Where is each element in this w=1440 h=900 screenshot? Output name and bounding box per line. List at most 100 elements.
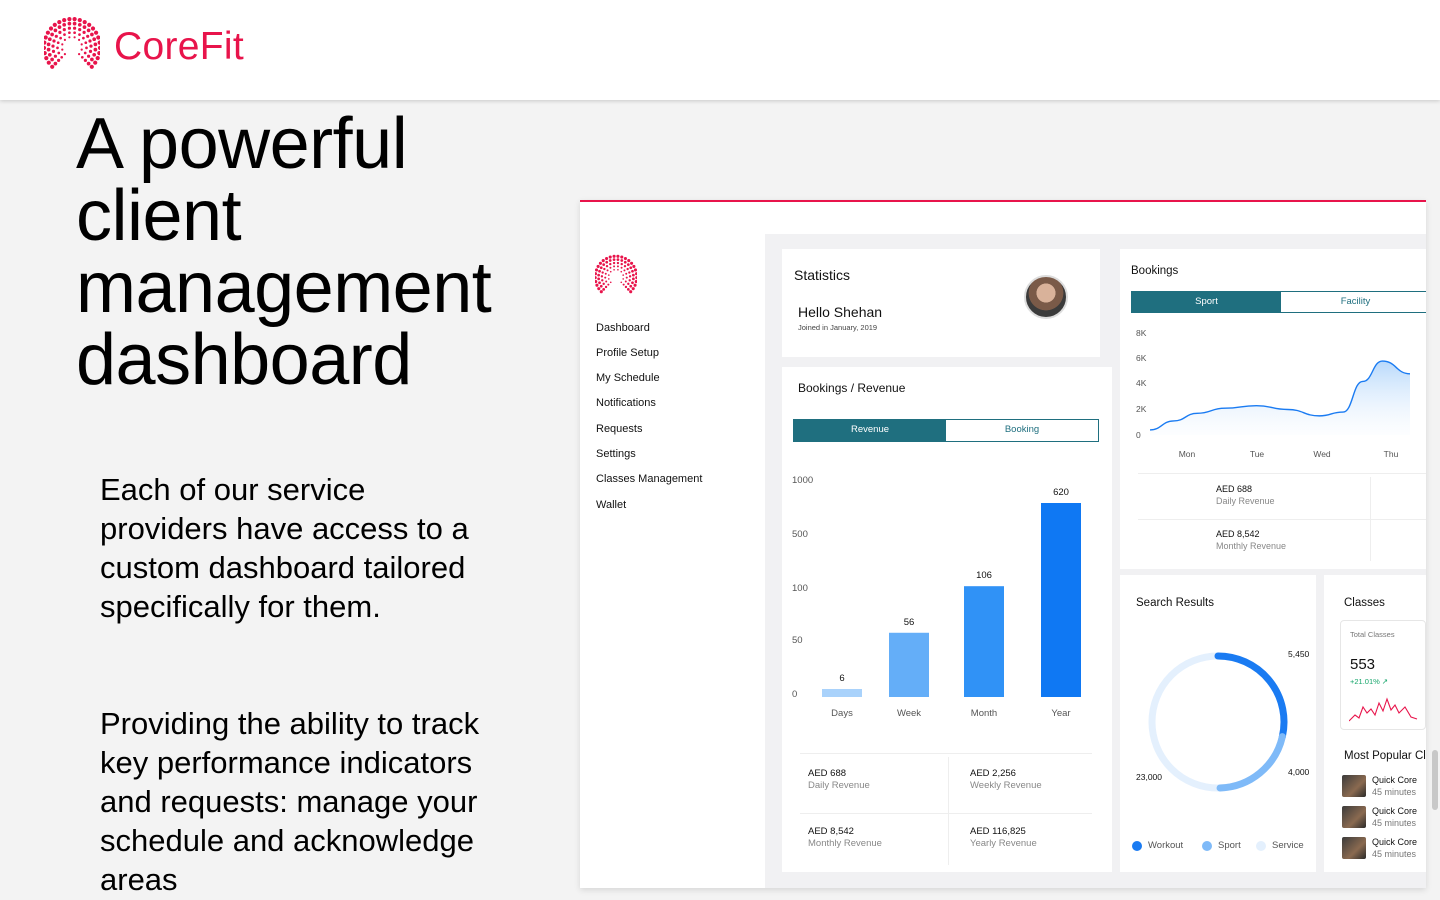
most-popular-title: Most Popular Cl [1344,750,1426,762]
y-tick-label: 500 [792,529,808,540]
logo-dot [73,31,76,35]
sidebar-item-settings[interactable]: Settings [596,448,636,460]
logo-dot [88,49,93,54]
y-tick-label: 50 [792,635,803,646]
logo-dot [626,263,630,267]
legend-label: Sport [1218,840,1241,851]
logo-dot [45,30,50,35]
change-value: +21.01% [1350,677,1380,686]
logo-dot [623,269,626,272]
logo-dot [93,60,98,65]
brand-logo-link[interactable]: CoreFit [44,16,244,78]
dashboard-topbar [580,202,1426,234]
sidebar-item-profile-setup[interactable]: Profile Setup [596,347,659,359]
sidebar-item-classes-management[interactable]: Classes Management [596,473,702,485]
class-thumbnail [1342,806,1366,828]
logo-dot [78,28,82,32]
bar-data-label: 56 [904,617,915,628]
class-text: Quick Core 45 minutes [1372,836,1417,860]
bar-data-label: 106 [976,570,992,581]
ring-data-label: 23,000 [1136,772,1162,782]
bookings-daily-summary: AED 688 Daily Revenue [1216,483,1275,507]
logo-dot [604,285,608,289]
tab-sport[interactable]: Sport [1132,292,1281,312]
summary-label: Daily Revenue [808,780,870,791]
logo-dot [597,287,601,291]
logo-dot [604,276,607,279]
bookings-revenue-title: Bookings / Revenue [798,381,906,395]
divider [1138,519,1426,520]
logo-dot [628,271,631,274]
logo-dot [59,36,62,40]
divider [800,753,1092,754]
logo-dot [625,276,628,279]
bar [822,689,862,697]
page-scrollbar[interactable] [1432,750,1438,810]
statistics-card: Statistics Hello Shehan Joined in Januar… [782,249,1100,357]
logo-dot [89,44,93,48]
area-fill [1150,361,1410,435]
logo-dot [607,283,610,286]
sidebar-item-my-schedule[interactable]: My Schedule [596,372,660,384]
logo-dot [620,259,624,262]
logo-dot [625,272,628,275]
logo-dot [80,55,84,59]
logo-dot [90,32,94,37]
logo-dot [84,41,88,45]
sidebar-item-wallet[interactable]: Wallet [596,499,626,511]
logo-dot [599,290,603,294]
popular-class-item[interactable]: Quick Core 45 minutes [1342,836,1417,860]
ring-segment [1216,733,1286,792]
greeting-text: Hello Shehan [798,304,883,320]
logo-dot [609,281,612,284]
logo-dot [597,277,601,281]
class-thumbnail [1342,837,1366,859]
bookings-revenue-card: Bookings / Revenue Revenue Booking 1000 5… [782,367,1112,872]
logo-dot [620,255,624,259]
joined-date: Joined in January, 2019 [798,323,878,332]
bar-data-label: 620 [1053,487,1069,498]
logo-dot [624,280,627,283]
popular-class-item[interactable]: Quick Core 45 minutes [1342,774,1417,798]
hero-paragraph-1: Each of our service providers have acces… [100,472,469,624]
logo-dot [72,21,77,26]
monthly-revenue-summary: AED 8,542 Monthly Revenue [808,826,882,850]
x-tick-label: Week [897,708,921,719]
bookings-monthly-summary: AED 8,542 Monthly Revenue [1216,528,1286,552]
tab-revenue[interactable]: Revenue [794,420,946,441]
logo-dot [602,282,605,286]
brand-name: CoreFit [114,25,244,68]
bookings-card: Bookings Sport Facility 8K 6K 4K 2K 0 Mon Tue W… [1120,249,1426,569]
logo-dot [609,262,612,266]
logo-dot [73,26,77,30]
legend-sport: Sport [1202,840,1241,851]
x-tick-label: Days [831,708,853,719]
sidebar-item-notifications[interactable]: Notifications [596,397,656,409]
logo-dot [80,43,83,46]
logo-dot [616,261,620,265]
logo-dot [47,37,52,42]
avatar[interactable] [1024,275,1068,319]
logo-dot [44,40,47,45]
tab-facility[interactable]: Facility [1281,292,1426,312]
logo-dot [609,270,612,273]
logo-dot [630,261,634,265]
sidebar-item-requests[interactable]: Requests [596,423,642,435]
logo-dot [595,276,597,280]
logo-dot [87,22,92,27]
logo-dot [602,287,606,291]
logo-dot [63,38,66,41]
logo-dot [67,21,72,26]
logo-dot [603,267,606,271]
legend-label: Workout [1148,840,1184,851]
logo-dot [616,258,620,262]
logo-dot [97,51,100,56]
sidebar-item-dashboard[interactable]: Dashboard [596,322,650,334]
logo-dot [605,280,608,283]
popular-class-item[interactable]: Quick Core 45 minutes [1342,805,1417,829]
logo-dot [93,47,98,52]
logo-dot [87,54,91,58]
summary-value: AED 8,542 [808,826,854,837]
tab-booking[interactable]: Booking [946,420,1098,441]
bookings-area-chart: 8K 6K 4K 2K 0 Mon Tue Wed Thu [1136,328,1411,459]
